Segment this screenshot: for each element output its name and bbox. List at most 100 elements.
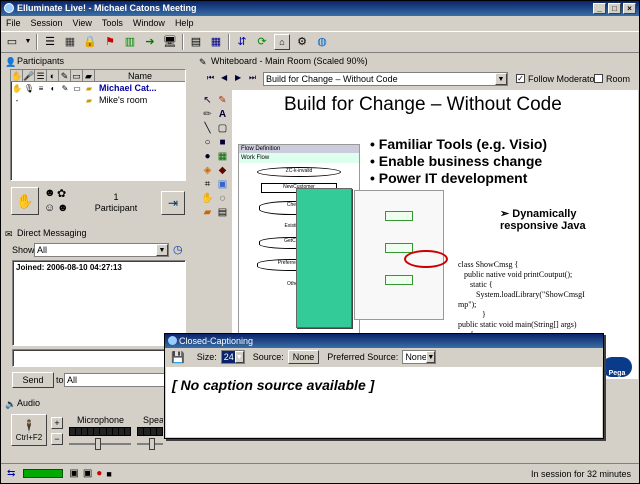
- layout-icon[interactable]: ▭: [4, 34, 20, 50]
- audio-icon: ◐: [50, 83, 56, 93]
- chart-icon[interactable]: ▥: [122, 34, 138, 50]
- menu-file[interactable]: File: [6, 16, 21, 30]
- minimize-button[interactable]: _: [593, 3, 606, 14]
- raise-hand-button[interactable]: ✋: [11, 187, 39, 215]
- pencil-column-icon[interactable]: ✎: [59, 70, 71, 81]
- filled-rect-tool-icon[interactable]: ■: [215, 137, 230, 148]
- page-select[interactable]: Build for Change – Without Code ▼: [263, 72, 508, 86]
- camera-icon[interactable]: ⌂: [274, 34, 290, 50]
- eraser-tool-icon[interactable]: ✏: [200, 109, 215, 120]
- save-icon[interactable]: 💾: [171, 351, 185, 364]
- slider-thumb[interactable]: [95, 438, 101, 450]
- filled-circle-tool-icon[interactable]: ●: [200, 151, 215, 162]
- slider-thumb[interactable]: [149, 438, 155, 450]
- screen-icon[interactable]: ▤: [188, 34, 204, 50]
- show-filter-select[interactable]: All ▼: [34, 243, 169, 257]
- fill-tool-icon[interactable]: ◆: [215, 165, 230, 176]
- volume-down-button[interactable]: −: [51, 433, 63, 445]
- screen-tool-icon[interactable]: ▣: [215, 179, 230, 190]
- mic-column-icon[interactable]: 🎤: [23, 70, 35, 81]
- stamp-tool-icon[interactable]: ◈: [200, 165, 215, 176]
- volume-up-button[interactable]: +: [51, 417, 63, 429]
- message-log[interactable]: Joined: 2006-08-10 04:27:13: [12, 260, 186, 346]
- prev-page-icon[interactable]: ◀: [221, 73, 227, 82]
- hand-tool-icon[interactable]: ✋: [200, 193, 215, 204]
- preferred-source-select[interactable]: None ▼: [402, 350, 437, 364]
- participant-count-value: 1: [113, 192, 119, 202]
- source-label: Source:: [252, 352, 284, 362]
- menu-tools[interactable]: Tools: [102, 16, 123, 30]
- room-checkbox[interactable]: [594, 74, 603, 83]
- folder-column-icon[interactable]: ▰: [83, 70, 95, 81]
- rectangle-tool-icon[interactable]: ▢: [215, 123, 230, 134]
- list-column-icon[interactable]: ☰: [35, 70, 47, 81]
- emoticon-smile-icon[interactable]: ☺: [44, 202, 55, 214]
- send-button[interactable]: Send: [12, 372, 54, 388]
- shape-tool-icon[interactable]: ▦: [215, 151, 230, 162]
- audio-column-icon[interactable]: ◐: [47, 70, 59, 81]
- talk-button[interactable]: 🕴 Ctrl+F2: [11, 414, 47, 446]
- menu-session[interactable]: Session: [31, 16, 63, 30]
- globe-icon[interactable]: ◍: [314, 34, 330, 50]
- pen-tool-icon[interactable]: ✎: [215, 95, 230, 106]
- table-icon[interactable]: ▦: [62, 34, 78, 50]
- first-page-icon[interactable]: ⏮: [207, 73, 214, 83]
- menu-help[interactable]: Help: [175, 16, 194, 30]
- source-value-field[interactable]: None: [287, 350, 320, 364]
- lock-icon[interactable]: 🔒: [82, 34, 98, 50]
- zoom-tool-icon[interactable]: ◌: [215, 193, 230, 204]
- flag-icon[interactable]: ⚑: [102, 34, 118, 50]
- pointer-tool-icon[interactable]: ↖: [200, 95, 215, 106]
- stop-icon[interactable]: ■: [106, 469, 111, 479]
- dropdown-icon[interactable]: ▼: [24, 34, 32, 50]
- exit-icon[interactable]: ➔: [142, 34, 158, 50]
- speaker-volume-slider[interactable]: [137, 438, 163, 450]
- app-logo-icon: [4, 3, 14, 13]
- text-tool-icon[interactable]: A: [215, 109, 230, 120]
- camera-icon[interactable]: ▣: [83, 468, 92, 479]
- messaging-panel: ✉ Direct Messaging Show All ▼ ◷ Joined: …: [3, 227, 191, 395]
- folder-tool-icon[interactable]: ▰: [200, 207, 215, 218]
- participants-list[interactable]: ✋ 🎤 ☰ ◐ ✎ ▭ ▰ Name ✋ 🎙 ≡ ◐ ✎ ▭ ▰ Michael…: [10, 69, 186, 181]
- clip-tool-icon[interactable]: ⌗: [200, 179, 215, 190]
- participants-column-header: ✋ 🎤 ☰ ◐ ✎ ▭ ▰ Name: [11, 70, 185, 82]
- tools-icon[interactable]: ⚙: [294, 34, 310, 50]
- size-select[interactable]: 24 ▼: [220, 350, 245, 364]
- emoticon-icon[interactable]: ✿: [57, 187, 66, 200]
- record-dot-icon[interactable]: ●: [96, 468, 102, 479]
- menu-window[interactable]: Window: [133, 16, 165, 30]
- emoticon-wave-icon[interactable]: ☻: [57, 202, 69, 214]
- next-page-icon[interactable]: ▶: [235, 73, 241, 82]
- microphone-volume-slider[interactable]: [69, 438, 131, 450]
- emoticon-happy-icon[interactable]: ☻: [44, 187, 56, 199]
- record-icon[interactable]: ▣: [69, 468, 78, 479]
- exit-session-button[interactable]: ⇥: [161, 191, 185, 215]
- clock-icon[interactable]: ◷: [173, 243, 183, 256]
- message-input[interactable]: [12, 349, 186, 367]
- connection-icon: ⇆: [7, 468, 16, 479]
- whiteboard-icon: ✎: [199, 57, 207, 67]
- circle-tool-icon[interactable]: ○: [200, 137, 215, 148]
- refresh-icon[interactable]: ⟳: [254, 34, 270, 50]
- expand-icon[interactable]: -: [11, 96, 23, 105]
- close-button[interactable]: ×: [623, 3, 636, 14]
- participant-row[interactable]: ✋ 🎙 ≡ ◐ ✎ ▭ ▰ Michael Cat...: [11, 82, 185, 94]
- last-page-icon[interactable]: ⏭: [249, 73, 256, 83]
- clipboard-tool-icon[interactable]: ▤: [215, 207, 230, 218]
- participants-header: 👤 Participants: [3, 55, 191, 68]
- maximize-button[interactable]: □: [608, 3, 621, 14]
- menu-view[interactable]: View: [73, 16, 92, 30]
- page-select-value: Build for Change – Without Code: [266, 74, 398, 84]
- caption-text-area[interactable]: [ No caption source available ]: [166, 367, 602, 437]
- bar-icon[interactable]: ⇵: [234, 34, 250, 50]
- grid-icon[interactable]: ▦: [208, 34, 224, 50]
- hand-column-icon[interactable]: ✋: [11, 70, 23, 81]
- participant-row[interactable]: - ▰ Mike's room: [11, 94, 185, 106]
- monitor-icon[interactable]: 🖥: [162, 34, 178, 50]
- column-name[interactable]: Name: [95, 70, 185, 81]
- list-icon[interactable]: ☰: [42, 34, 58, 50]
- follow-moderator-checkbox[interactable]: ✓: [516, 74, 525, 83]
- closed-captioning-window: Closed-Captioning 💾 Size: 24 ▼ Source: N…: [164, 333, 604, 439]
- line-tool-icon[interactable]: ╲: [200, 123, 215, 134]
- chat-column-icon[interactable]: ▭: [71, 70, 83, 81]
